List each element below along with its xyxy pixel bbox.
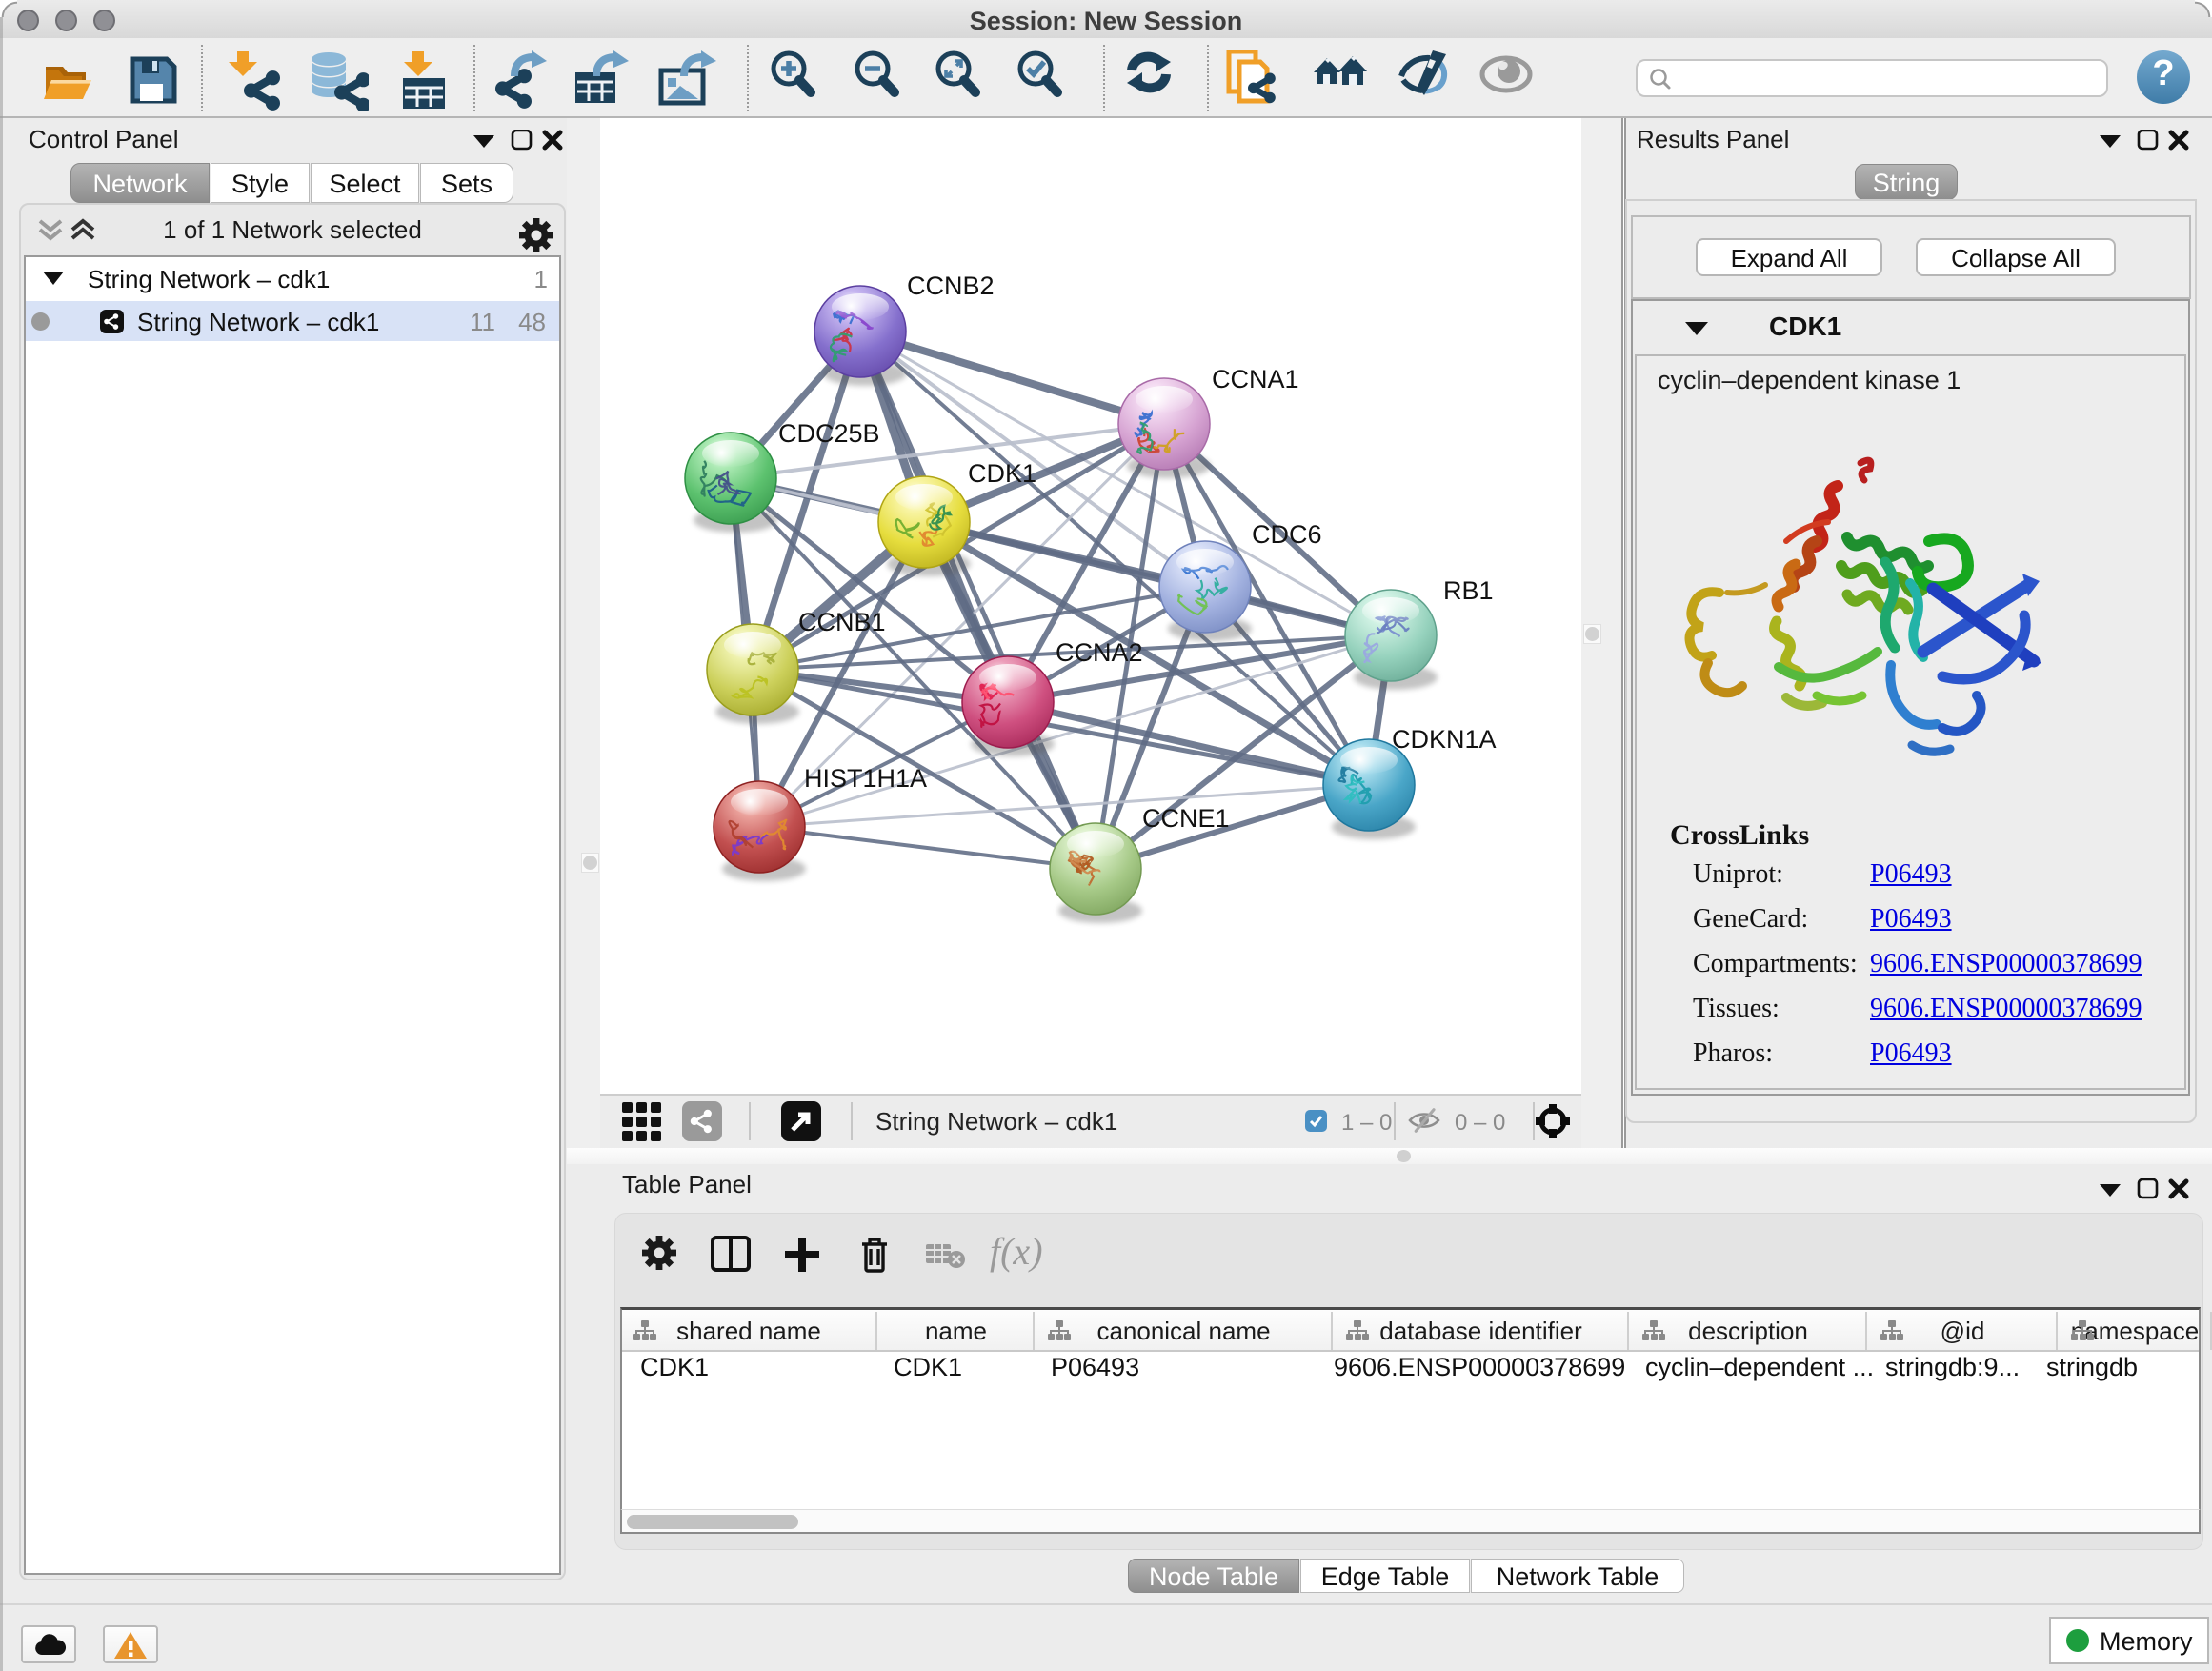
svg-text:CCNA1: CCNA1 bbox=[1212, 365, 1299, 393]
svg-text:CCNE1: CCNE1 bbox=[1142, 804, 1230, 833]
svg-text:CDC6: CDC6 bbox=[1252, 520, 1322, 549]
svg-text:CCNB2: CCNB2 bbox=[907, 272, 995, 300]
svg-text:CDKN1A: CDKN1A bbox=[1392, 725, 1497, 754]
svg-text:CCNA2: CCNA2 bbox=[1056, 638, 1143, 667]
svg-text:CCNB1: CCNB1 bbox=[798, 608, 886, 636]
svg-text:CDC25B: CDC25B bbox=[778, 419, 880, 448]
svg-text:CDK1: CDK1 bbox=[968, 459, 1036, 488]
svg-text:RB1: RB1 bbox=[1443, 576, 1494, 605]
svg-text:HIST1H1A: HIST1H1A bbox=[804, 764, 927, 793]
